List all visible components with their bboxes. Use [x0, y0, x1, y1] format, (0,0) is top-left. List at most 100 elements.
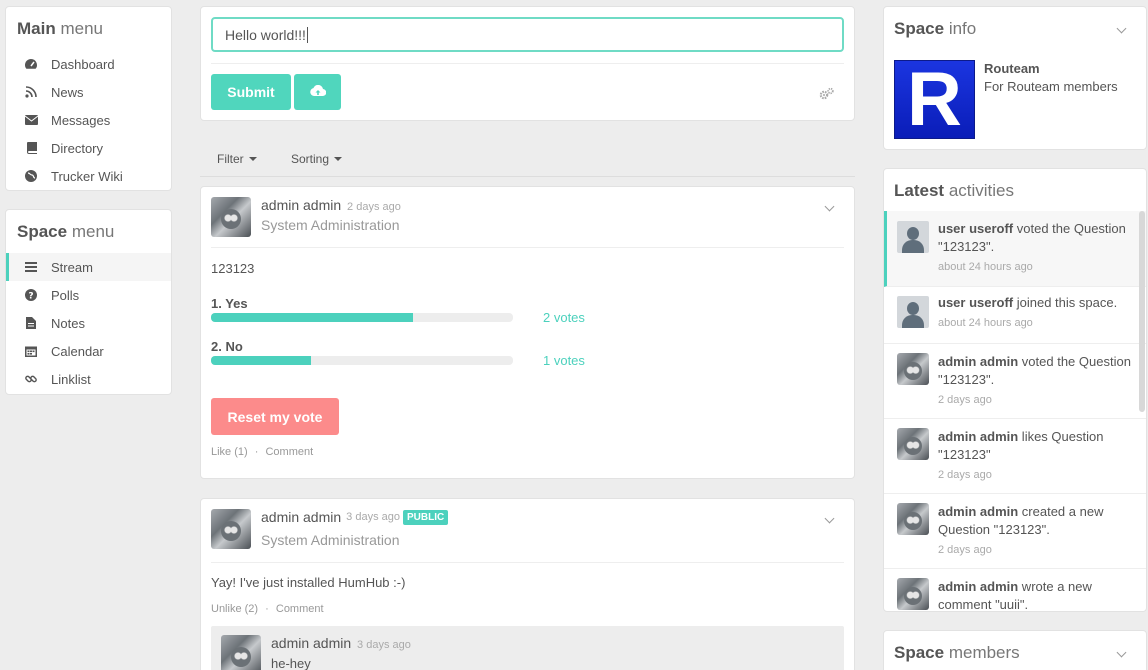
space-members-panel: Space members: [883, 630, 1147, 670]
main-menu-panel: Main menu Dashboard News Messages Direct…: [5, 6, 172, 191]
submit-button[interactable]: Submit: [211, 74, 291, 110]
space-info-panel: Space info R Routeam For Routeam members: [883, 6, 1147, 150]
list-icon: [24, 260, 38, 274]
space-menu-item-linklist[interactable]: Linklist: [6, 365, 171, 393]
activity-item[interactable]: user useroff voted the Question "123123"…: [884, 211, 1146, 287]
post-divider: [211, 562, 844, 563]
poll-bar-fill: [211, 313, 414, 322]
post-author[interactable]: admin admin: [261, 197, 341, 213]
avatar[interactable]: [211, 197, 251, 237]
main-menu-item-directory[interactable]: Directory: [6, 134, 171, 162]
separator-dot: ·: [254, 446, 259, 458]
main-menu-label: Messages: [51, 112, 111, 128]
main-menu-label: Dashboard: [51, 56, 115, 72]
activity-time: 2 days ago: [938, 469, 992, 481]
svg-text:?: ?: [28, 292, 33, 302]
cloud-upload-icon: [309, 84, 326, 100]
activities-list: user useroff voted the Question "123123"…: [884, 211, 1146, 611]
globe-icon: [24, 169, 38, 183]
activity-text: user useroff voted the Question "123123"…: [938, 220, 1138, 256]
space-info-title: Space info: [894, 19, 976, 39]
main-menu-item-dashboard[interactable]: Dashboard: [6, 50, 171, 78]
space-menu-item-polls[interactable]: ? Polls: [6, 281, 171, 309]
post-time[interactable]: 2 days ago: [347, 201, 401, 213]
activity-item[interactable]: admin admin wrote a new comment "uuii".: [884, 569, 1146, 611]
poll-votes[interactable]: 2 votes: [543, 310, 585, 325]
avatar[interactable]: [211, 509, 251, 549]
gears-icon[interactable]: [819, 87, 835, 101]
space-name[interactable]: Routeam: [984, 61, 1040, 76]
upload-button[interactable]: [294, 74, 341, 110]
avatar: [897, 353, 929, 385]
space-menu-item-stream[interactable]: Stream: [6, 253, 171, 281]
post-time[interactable]: 3 days ago: [346, 511, 400, 523]
chevron-down-icon[interactable]: [824, 513, 835, 524]
space-logo[interactable]: R: [894, 60, 975, 139]
filter-dropdown[interactable]: Filter: [217, 152, 257, 166]
activity-time: about 24 hours ago: [938, 261, 1033, 273]
post-actions: Unlike (2) · Comment: [211, 603, 324, 615]
main-menu-title: Main menu: [17, 19, 103, 39]
post-space[interactable]: System Administration: [261, 217, 400, 233]
activity-item[interactable]: admin admin created a new Question "1231…: [884, 494, 1146, 569]
poll-answer-label: 1. Yes: [211, 296, 248, 311]
main-menu-item-news[interactable]: News: [6, 78, 171, 106]
like-link[interactable]: Like (1): [211, 446, 248, 458]
poll-bar: [211, 313, 513, 322]
text-post: admin admin 3 days ago PUBLIC System Adm…: [200, 498, 855, 670]
sorting-dropdown[interactable]: Sorting: [291, 152, 343, 166]
space-menu-label: Calendar: [51, 343, 104, 359]
text-cursor: [306, 26, 308, 43]
book-icon: [24, 141, 38, 155]
space-menu-title-light: menu: [71, 222, 115, 241]
activity-item[interactable]: admin admin likes Question "123123" 2 da…: [884, 419, 1146, 494]
post-author[interactable]: admin admin: [261, 509, 341, 525]
activity-time: 2 days ago: [938, 544, 992, 556]
chevron-down-icon[interactable]: [1116, 23, 1127, 34]
avatar[interactable]: [221, 635, 261, 670]
main-menu-item-messages[interactable]: Messages: [6, 106, 171, 134]
activity-time: about 24 hours ago: [938, 317, 1033, 329]
space-menu-label: Polls: [51, 287, 80, 303]
activity-item[interactable]: admin admin voted the Question "123123".…: [884, 344, 1146, 419]
activity-user: user useroff: [938, 295, 1014, 310]
sorting-label: Sorting: [291, 152, 330, 166]
activity-user: admin admin: [938, 504, 1019, 519]
activity-text: user useroff joined this space.: [938, 294, 1138, 312]
space-members-title-light: members: [948, 643, 1020, 662]
main-menu-item-trucker-wiki[interactable]: Trucker Wiki: [6, 162, 171, 190]
poll-post: admin admin 2 days ago System Administra…: [200, 186, 855, 479]
composer-input-value: Hello world!!!: [225, 26, 306, 43]
composer-input[interactable]: Hello world!!!: [211, 17, 844, 52]
caret-down-icon: [334, 157, 343, 161]
space-menu-label: Notes: [51, 315, 85, 331]
post-actions: Like (1) · Comment: [211, 446, 313, 458]
comment-link[interactable]: Comment: [276, 603, 324, 615]
space-logo-letter: R: [907, 56, 962, 142]
main-menu-title-light: menu: [60, 19, 103, 38]
latest-activities-title-light: activities: [948, 181, 1014, 200]
poll-votes[interactable]: 1 votes: [543, 353, 585, 368]
chevron-down-icon[interactable]: [824, 201, 835, 212]
chevron-down-icon[interactable]: [1116, 647, 1127, 658]
comment-time[interactable]: 3 days ago: [357, 639, 411, 651]
space-menu-item-calendar[interactable]: Calendar: [6, 337, 171, 365]
caret-down-icon: [248, 157, 257, 161]
space-menu-item-notes[interactable]: Notes: [6, 309, 171, 337]
question-icon: ?: [24, 288, 38, 302]
avatar: [897, 221, 929, 253]
avatar: [897, 503, 929, 535]
reset-vote-button[interactable]: Reset my vote: [211, 398, 339, 435]
unlike-link[interactable]: Unlike (2): [211, 603, 258, 615]
submit-button-label: Submit: [227, 84, 275, 100]
comment-link[interactable]: Comment: [265, 446, 313, 458]
comment-author[interactable]: admin admin: [271, 635, 351, 651]
envelope-icon: [24, 113, 38, 127]
space-info-title-light: info: [948, 19, 977, 38]
activity-user: admin admin: [938, 354, 1019, 369]
space-members-title-bold: Space: [894, 643, 945, 662]
space-menu-panel: Space menu Stream ? Polls Notes Calendar: [5, 209, 172, 395]
post-space[interactable]: System Administration: [261, 532, 400, 548]
activities-scrollbar[interactable]: [1139, 211, 1145, 412]
activity-item[interactable]: user useroff joined this space. about 24…: [884, 287, 1146, 344]
